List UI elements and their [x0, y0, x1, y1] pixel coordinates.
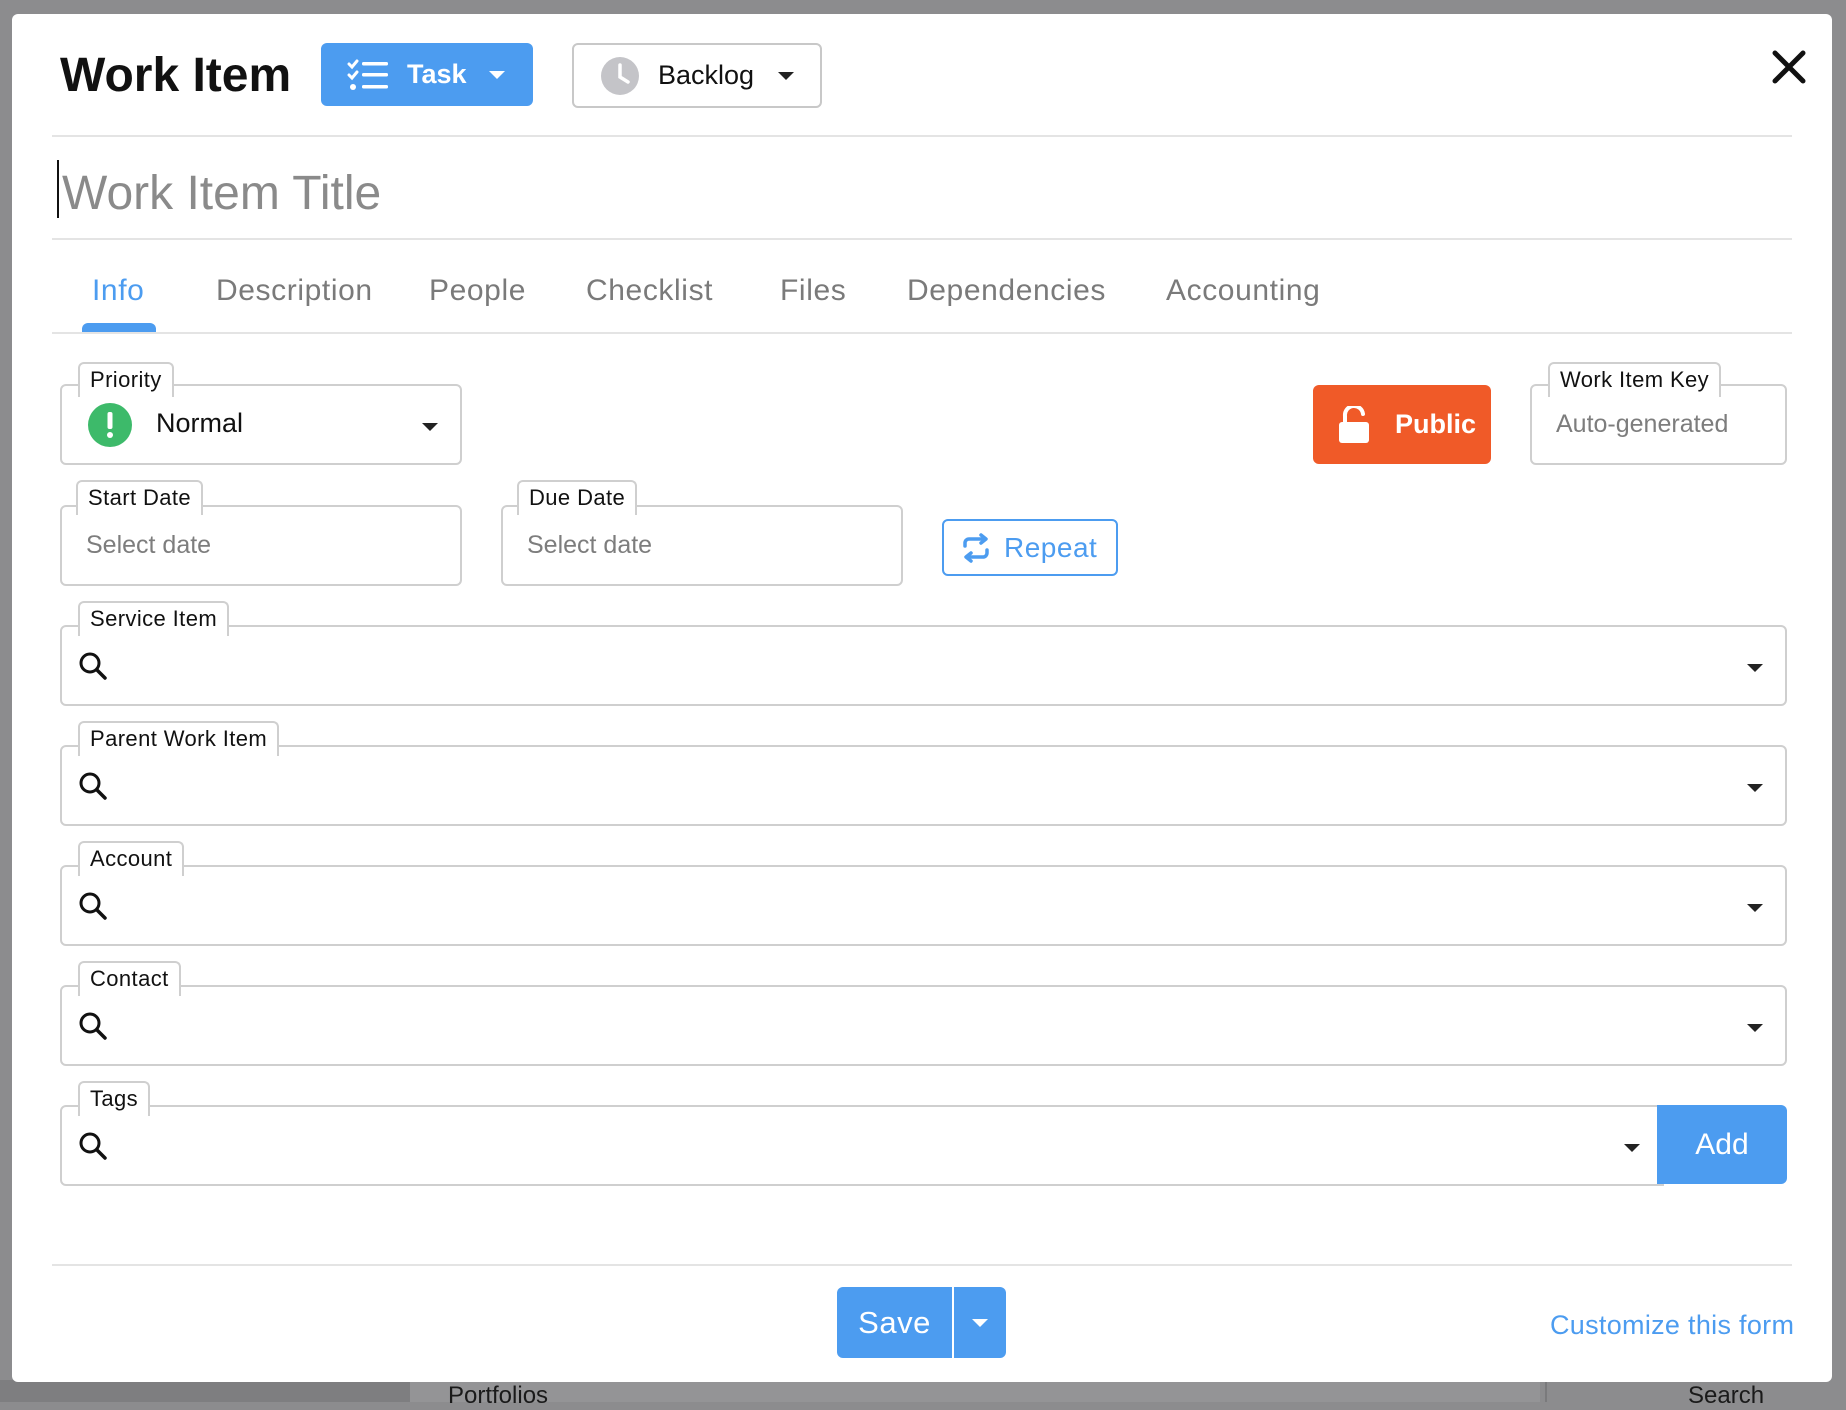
parent-work-item-label: Parent Work Item: [78, 721, 280, 756]
add-tag-button[interactable]: Add: [1657, 1105, 1787, 1184]
active-tab-indicator: [82, 323, 156, 332]
service-item-select[interactable]: [60, 625, 1787, 706]
save-button[interactable]: Save: [837, 1287, 952, 1358]
public-label: Public: [1395, 409, 1477, 439]
search-icon: [78, 1011, 108, 1046]
chevron-down-icon: [778, 71, 795, 80]
chevron-down-icon: [488, 70, 505, 79]
public-toggle-button[interactable]: Public: [1313, 385, 1491, 464]
chevron-down-icon: [1747, 1024, 1763, 1032]
repeat-button[interactable]: Repeat: [942, 519, 1118, 576]
work-item-type-button[interactable]: Task: [321, 43, 533, 106]
tab-accounting[interactable]: Accounting: [1166, 274, 1320, 308]
parent-work-item-select[interactable]: [60, 745, 1787, 826]
chevron-down-icon: [422, 423, 438, 431]
work-item-key-placeholder: Auto-generated: [1556, 410, 1729, 438]
title-divider: [52, 238, 1792, 240]
priority-value: Normal: [156, 408, 244, 438]
tab-divider: [52, 332, 1792, 334]
tab-description[interactable]: Description: [216, 274, 373, 308]
exclamation-circle-icon: [88, 403, 132, 452]
chevron-down-icon: [1747, 904, 1763, 912]
start-date-input[interactable]: Select date: [60, 505, 462, 586]
tags-select[interactable]: [60, 1105, 1664, 1186]
search-icon: [78, 891, 108, 926]
tab-files[interactable]: Files: [780, 274, 846, 308]
close-icon[interactable]: [1766, 44, 1812, 90]
checklist-icon: [347, 58, 389, 92]
contact-select[interactable]: [60, 985, 1787, 1066]
chevron-down-icon: [1747, 784, 1763, 792]
unlock-icon: [1337, 405, 1371, 444]
tab-people[interactable]: People: [429, 274, 526, 308]
status-button[interactable]: Backlog: [572, 43, 822, 108]
due-date-placeholder: Select date: [527, 531, 653, 559]
tab-checklist[interactable]: Checklist: [586, 274, 713, 308]
search-icon: [78, 771, 108, 806]
repeat-label: Repeat: [1004, 531, 1098, 563]
chevron-down-icon: [1624, 1144, 1640, 1152]
search-icon: [78, 651, 108, 686]
footer-divider: [52, 1264, 1792, 1266]
account-select[interactable]: [60, 865, 1787, 946]
due-date-label: Due Date: [517, 480, 638, 515]
tab-dependencies[interactable]: Dependencies: [907, 274, 1106, 308]
start-date-label: Start Date: [76, 480, 204, 515]
search-icon: [78, 1131, 108, 1166]
chevron-down-icon: [1747, 664, 1763, 672]
background-divider: [1545, 1380, 1547, 1402]
repeat-icon: [960, 532, 992, 564]
work-item-type-label: Task: [407, 59, 467, 89]
tab-info[interactable]: Info: [92, 274, 144, 308]
service-item-label: Service Item: [78, 601, 230, 636]
background-search-text: Search: [1688, 1382, 1765, 1409]
tags-label: Tags: [78, 1081, 151, 1116]
background-portfolios-text: Portfolios: [448, 1382, 549, 1409]
chevron-down-icon: [972, 1318, 988, 1327]
modal-title: Work Item: [60, 49, 292, 102]
clock-icon: [600, 56, 640, 96]
save-options-button[interactable]: [954, 1287, 1006, 1358]
start-date-placeholder: Select date: [86, 531, 212, 559]
priority-label: Priority: [78, 362, 174, 397]
work-item-title-input[interactable]: [56, 148, 1792, 238]
due-date-input[interactable]: Select date: [501, 505, 903, 586]
tab-bar: Info Description People Checklist Files …: [52, 252, 1792, 332]
background-panel-left: [0, 1380, 410, 1402]
customize-form-link[interactable]: Customize this form: [1550, 1310, 1794, 1341]
header-divider: [52, 135, 1792, 137]
background-panel-main: [410, 1380, 1540, 1402]
contact-label: Contact: [78, 961, 181, 996]
work-item-key-label: Work Item Key: [1548, 362, 1722, 397]
account-label: Account: [78, 841, 185, 876]
status-label: Backlog: [658, 60, 755, 90]
work-item-modal: Work Item Task Backlog Work Item Title I…: [12, 14, 1832, 1382]
